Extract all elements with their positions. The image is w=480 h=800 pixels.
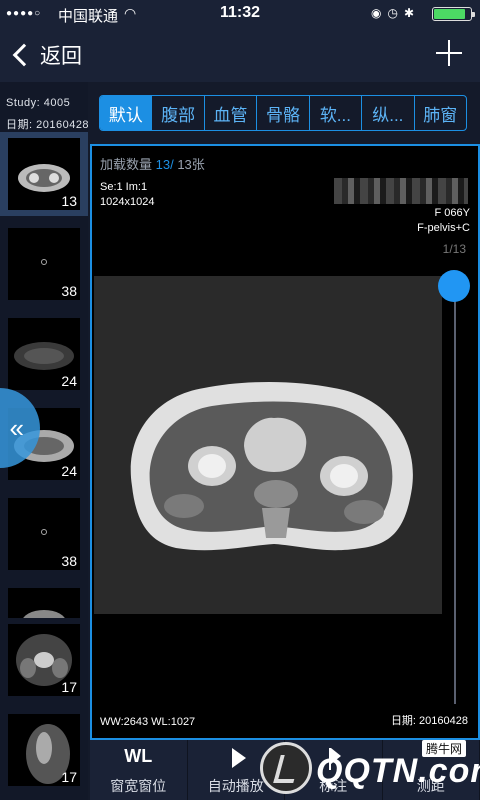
- image-page-indicator: 1/13: [442, 242, 466, 256]
- study-label: Study: 4005: [6, 97, 71, 109]
- status-bar: ●●●●○ 中国联通 ◠ 11:32 ◉◷✱: [0, 0, 480, 28]
- system-icons: ◉◷✱: [371, 6, 420, 20]
- chevron-left-icon: [12, 43, 36, 67]
- image-count: 38: [61, 283, 77, 299]
- play-icon: [231, 748, 246, 768]
- study-info: Study: 4005 日期: 20160428: [0, 82, 88, 136]
- image-count: 17: [61, 679, 77, 695]
- tab-bone[interactable]: 骨骼: [256, 96, 308, 130]
- back-label: 返回: [40, 45, 82, 68]
- mri-pelvis-image: [94, 276, 442, 614]
- image-count: 24: [61, 373, 77, 389]
- patient-sex-age: F 066Y: [434, 207, 470, 219]
- redacted-patient-name: [334, 178, 468, 204]
- series-thumbnail[interactable]: 17: [8, 624, 80, 696]
- image-resolution: 1024x1024: [100, 196, 155, 208]
- image-scroll-thumb[interactable]: [438, 270, 470, 302]
- loading-total: 13张: [173, 157, 205, 172]
- double-chevron-left-icon: «: [9, 412, 24, 443]
- tab-vessel[interactable]: 血管: [203, 96, 256, 130]
- series-meta: Se:1 Im:1 1024x1024: [100, 180, 154, 210]
- add-button[interactable]: [436, 40, 462, 66]
- series-index: Se:1 Im:1: [100, 181, 148, 193]
- window-level-button[interactable]: WL 窗宽窗位: [90, 740, 188, 800]
- image-count: 38: [61, 553, 77, 569]
- qqtn-logo-icon: [260, 742, 312, 794]
- image-viewer[interactable]: 加载数量 13/ 13张 Se:1 Im:1 1024x1024 F 066Y …: [90, 144, 480, 740]
- image-count: 13: [61, 193, 77, 209]
- tab-abdomen[interactable]: 腹部: [151, 96, 203, 130]
- back-button[interactable]: 返回: [10, 38, 82, 72]
- series-thumbnail[interactable]: 38: [8, 228, 80, 300]
- patient-info: F 066Y F-pelvis+C: [417, 206, 470, 236]
- tab-soft-tissue[interactable]: 软...: [308, 96, 361, 130]
- wl-icon: WL: [124, 746, 153, 766]
- protocol-name: F-pelvis+C: [417, 222, 470, 234]
- series-thumbnail[interactable]: 17: [8, 714, 80, 786]
- study-date-readout: 日期: 20160428: [390, 715, 468, 727]
- series-thumbnail[interactable]: 24: [8, 318, 80, 390]
- tab-default[interactable]: 默认: [100, 96, 152, 130]
- series-thumbnail[interactable]: [8, 588, 80, 618]
- loading-status: 加载数量 13/ 13张: [100, 154, 205, 173]
- tab-mediastinum[interactable]: 纵...: [361, 96, 413, 130]
- nav-bar: 返回: [0, 28, 480, 82]
- window-level-label: 窗宽窗位: [110, 778, 167, 794]
- loading-current: 13/: [155, 157, 174, 172]
- qqtn-watermark: QQTN.com 腾牛网: [260, 740, 480, 796]
- image-scroll-track[interactable]: [454, 284, 456, 704]
- series-sidebar[interactable]: Study: 4005 日期: 20160428 13 38 24 24 38 …: [0, 82, 88, 800]
- window-width-level-readout: WW:2643 WL:1027: [100, 716, 196, 728]
- window-preset-tabs: 默认 腹部 血管 骨骼 软... 纵... 肺窗: [99, 95, 467, 131]
- watermark-tag: 腾牛网: [421, 740, 466, 757]
- loading-prefix: 加载数量: [100, 157, 156, 172]
- image-count: 24: [61, 463, 77, 479]
- watermark-text: QQTN.com: [316, 752, 480, 790]
- series-thumbnail[interactable]: 38: [8, 498, 80, 570]
- image-count: 17: [61, 769, 77, 785]
- scan-thumbnail-image: [23, 610, 65, 618]
- tab-lung[interactable]: 肺窗: [413, 96, 466, 130]
- battery-icon: [432, 7, 475, 21]
- series-thumbnail[interactable]: 13: [8, 138, 80, 210]
